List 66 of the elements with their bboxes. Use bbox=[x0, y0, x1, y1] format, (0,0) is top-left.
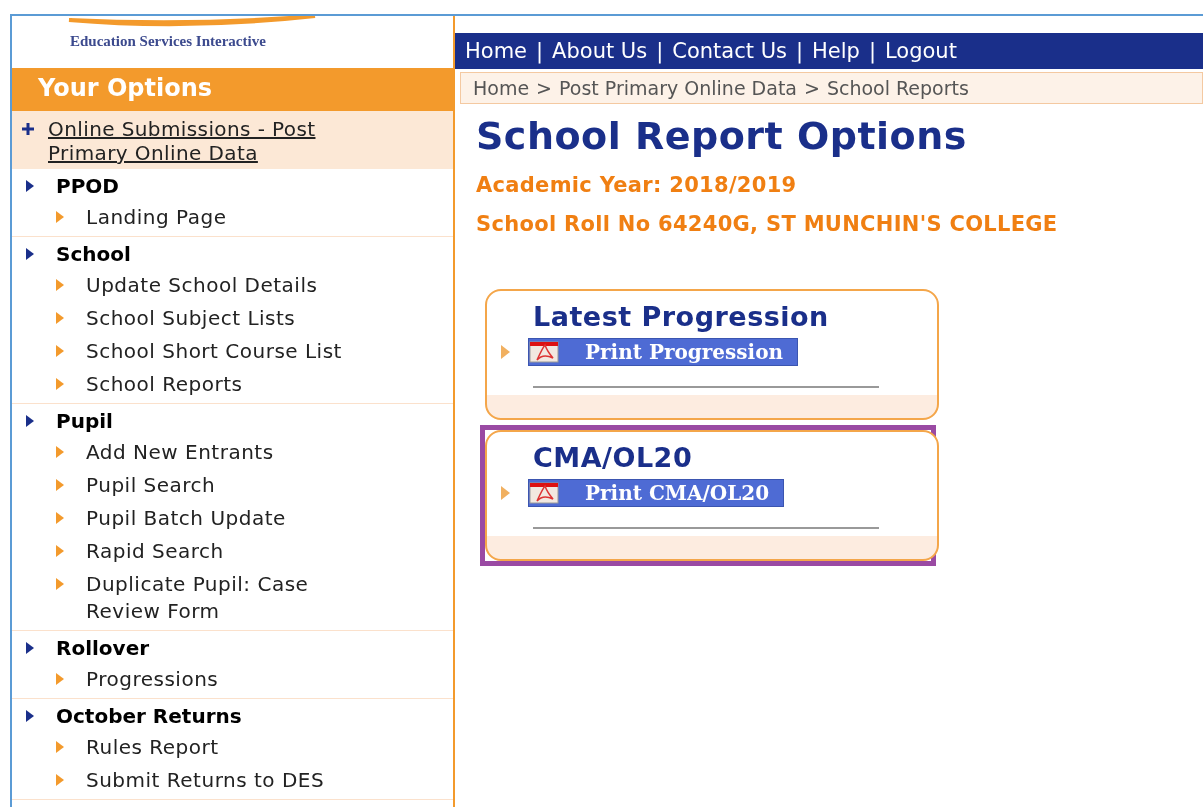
sidebar-item[interactable]: Pupil Batch Update bbox=[86, 505, 386, 532]
card-title: Latest Progression bbox=[533, 301, 830, 332]
triangle-bullet-icon bbox=[56, 378, 64, 390]
triangle-bullet-icon bbox=[26, 710, 34, 722]
sidebar-item[interactable]: Rapid Search bbox=[86, 538, 386, 565]
sidebar-link[interactable]: Online Submissions - Post Primary Online Data bbox=[48, 117, 378, 165]
triangle-bullet-icon bbox=[501, 486, 510, 500]
triangle-bullet-icon bbox=[26, 248, 34, 260]
breadcrumb-item[interactable]: School Reports bbox=[826, 77, 969, 99]
nav-link[interactable]: Contact Us bbox=[672, 39, 787, 63]
triangle-bullet-icon bbox=[26, 180, 34, 192]
academic-year: Academic Year: 2018/2019 bbox=[476, 173, 798, 197]
plus-icon bbox=[22, 123, 34, 135]
card-title: CMA/OL20 bbox=[533, 442, 694, 473]
triangle-bullet-icon bbox=[56, 312, 64, 324]
pdf-icon bbox=[529, 341, 559, 363]
sidebar-item[interactable]: Progressions bbox=[86, 666, 386, 693]
nav-separator: | bbox=[795, 39, 804, 63]
sidebar-section-heading[interactable]: Rollover bbox=[56, 635, 150, 661]
triangle-bullet-icon bbox=[56, 774, 64, 786]
triangle-bullet-icon bbox=[56, 279, 64, 291]
breadcrumb-separator: > bbox=[536, 77, 553, 99]
nav-link[interactable]: Help bbox=[812, 39, 860, 63]
nav-separator: | bbox=[656, 39, 664, 63]
sidebar-item[interactable]: Rules Report bbox=[86, 734, 386, 761]
sidebar-item[interactable]: Pupil Search bbox=[86, 472, 386, 499]
sidebar-item[interactable]: School Short Course List bbox=[86, 338, 386, 365]
logo-text: Education Services Interactive bbox=[70, 33, 266, 50]
school-roll: School Roll No 64240G, ST MUNCHIN'S COLLEGE bbox=[476, 212, 1059, 236]
triangle-bullet-icon bbox=[56, 673, 64, 685]
triangle-bullet-icon bbox=[501, 345, 510, 359]
sidebar-header: Your Options bbox=[12, 68, 453, 111]
sidebar-section-heading[interactable]: PPOD bbox=[56, 173, 119, 199]
triangle-bullet-icon bbox=[56, 345, 64, 357]
nav-separator: | bbox=[868, 39, 876, 63]
triangle-bullet-icon bbox=[56, 479, 64, 491]
print-button[interactable]: Print CMA/OL20 bbox=[528, 479, 785, 507]
sidebar-item[interactable]: Submit Returns to DES bbox=[86, 767, 386, 794]
triangle-bullet-icon bbox=[56, 512, 64, 524]
breadcrumb-item[interactable]: Home bbox=[473, 77, 530, 99]
triangle-bullet-icon bbox=[26, 415, 34, 427]
sidebar-item[interactable]: Add New Entrants bbox=[86, 439, 386, 466]
triangle-bullet-icon bbox=[56, 578, 64, 590]
sidebar-section-heading[interactable]: Pupil bbox=[56, 408, 113, 434]
sidebar-item[interactable]: School Subject Lists bbox=[86, 305, 386, 332]
sidebar-item[interactable]: Duplicate Pupil: Case Review Form bbox=[86, 571, 386, 625]
sidebar-item[interactable]: Landing Page bbox=[86, 204, 386, 231]
triangle-bullet-icon bbox=[26, 642, 34, 654]
nav-link[interactable]: Home bbox=[465, 39, 527, 63]
nav-link[interactable]: Logout bbox=[885, 39, 957, 63]
nav-separator: | bbox=[536, 39, 544, 63]
breadcrumb-separator: > bbox=[804, 77, 820, 99]
sidebar-item[interactable]: Update School Details bbox=[86, 272, 386, 299]
nav-link[interactable]: About Us bbox=[552, 39, 648, 63]
triangle-bullet-icon bbox=[56, 446, 64, 458]
sidebar-section-heading[interactable]: School bbox=[56, 241, 131, 267]
sidebar-item[interactable]: School Reports bbox=[86, 371, 386, 398]
page-title: School Report Options bbox=[476, 114, 968, 158]
triangle-bullet-icon bbox=[56, 545, 64, 557]
breadcrumb-item[interactable]: Post Primary Online Data bbox=[559, 77, 797, 99]
swoosh-logo-icon bbox=[67, 16, 317, 28]
sidebar-section-heading[interactable]: October Returns bbox=[56, 703, 242, 729]
print-button[interactable]: Print Progression bbox=[528, 338, 799, 366]
pdf-icon bbox=[529, 482, 559, 504]
triangle-bullet-icon bbox=[56, 741, 64, 753]
triangle-bullet-icon bbox=[56, 211, 64, 223]
